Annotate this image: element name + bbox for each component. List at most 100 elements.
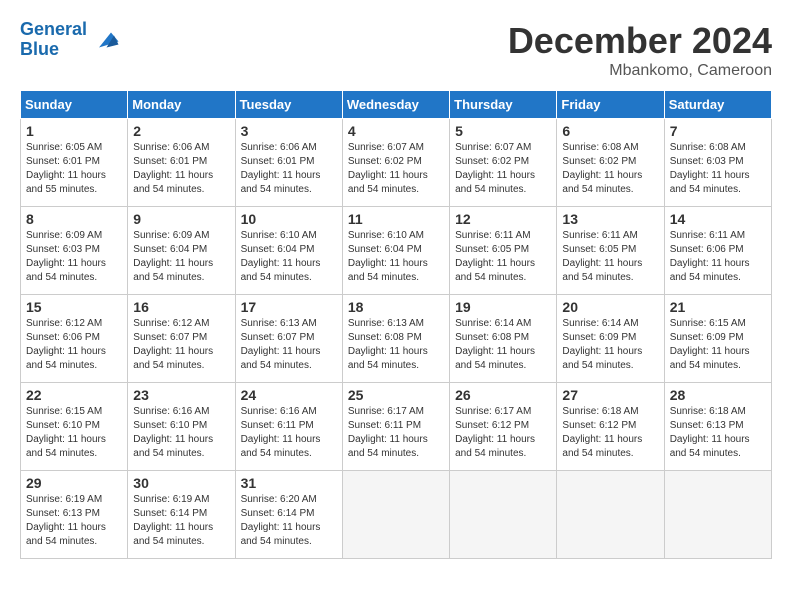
- calendar-cell: 28 Sunrise: 6:18 AM Sunset: 6:13 PM Dayl…: [664, 383, 771, 471]
- calendar-cell: 9 Sunrise: 6:09 AM Sunset: 6:04 PM Dayli…: [128, 207, 235, 295]
- calendar-table: SundayMondayTuesdayWednesdayThursdayFrid…: [20, 90, 772, 559]
- calendar-cell: 12 Sunrise: 6:11 AM Sunset: 6:05 PM Dayl…: [450, 207, 557, 295]
- day-info: Sunrise: 6:18 AM Sunset: 6:13 PM Dayligh…: [670, 406, 750, 459]
- day-info: Sunrise: 6:12 AM Sunset: 6:07 PM Dayligh…: [133, 318, 213, 371]
- day-number: 16: [133, 299, 229, 315]
- day-of-week-header: Thursday: [450, 91, 557, 119]
- day-info: Sunrise: 6:13 AM Sunset: 6:08 PM Dayligh…: [348, 318, 428, 371]
- day-info: Sunrise: 6:06 AM Sunset: 6:01 PM Dayligh…: [133, 142, 213, 195]
- calendar-cell: 8 Sunrise: 6:09 AM Sunset: 6:03 PM Dayli…: [21, 207, 128, 295]
- day-number: 20: [562, 299, 658, 315]
- calendar-cell: 11 Sunrise: 6:10 AM Sunset: 6:04 PM Dayl…: [342, 207, 449, 295]
- calendar-week-row: 8 Sunrise: 6:09 AM Sunset: 6:03 PM Dayli…: [21, 207, 772, 295]
- day-info: Sunrise: 6:07 AM Sunset: 6:02 PM Dayligh…: [348, 142, 428, 195]
- day-number: 26: [455, 387, 551, 403]
- day-number: 24: [241, 387, 337, 403]
- day-info: Sunrise: 6:16 AM Sunset: 6:11 PM Dayligh…: [241, 406, 321, 459]
- day-info: Sunrise: 6:16 AM Sunset: 6:10 PM Dayligh…: [133, 406, 213, 459]
- day-number: 6: [562, 123, 658, 139]
- day-info: Sunrise: 6:12 AM Sunset: 6:06 PM Dayligh…: [26, 318, 106, 371]
- day-info: Sunrise: 6:13 AM Sunset: 6:07 PM Dayligh…: [241, 318, 321, 371]
- day-number: 21: [670, 299, 766, 315]
- day-info: Sunrise: 6:17 AM Sunset: 6:12 PM Dayligh…: [455, 406, 535, 459]
- day-number: 5: [455, 123, 551, 139]
- day-info: Sunrise: 6:15 AM Sunset: 6:09 PM Dayligh…: [670, 318, 750, 371]
- day-number: 9: [133, 211, 229, 227]
- calendar-cell: 13 Sunrise: 6:11 AM Sunset: 6:05 PM Dayl…: [557, 207, 664, 295]
- calendar-cell: 14 Sunrise: 6:11 AM Sunset: 6:06 PM Dayl…: [664, 207, 771, 295]
- calendar-cell: 16 Sunrise: 6:12 AM Sunset: 6:07 PM Dayl…: [128, 295, 235, 383]
- day-number: 17: [241, 299, 337, 315]
- day-info: Sunrise: 6:10 AM Sunset: 6:04 PM Dayligh…: [241, 230, 321, 283]
- calendar-cell: [664, 471, 771, 559]
- logo-icon: [90, 25, 120, 55]
- calendar-cell: 19 Sunrise: 6:14 AM Sunset: 6:08 PM Dayl…: [450, 295, 557, 383]
- day-number: 22: [26, 387, 122, 403]
- page-header: General Blue December 2024 Mbankomo, Cam…: [20, 20, 772, 80]
- calendar-cell: 7 Sunrise: 6:08 AM Sunset: 6:03 PM Dayli…: [664, 119, 771, 207]
- day-number: 18: [348, 299, 444, 315]
- day-number: 14: [670, 211, 766, 227]
- calendar-cell: 18 Sunrise: 6:13 AM Sunset: 6:08 PM Dayl…: [342, 295, 449, 383]
- day-info: Sunrise: 6:07 AM Sunset: 6:02 PM Dayligh…: [455, 142, 535, 195]
- day-of-week-header: Wednesday: [342, 91, 449, 119]
- day-number: 8: [26, 211, 122, 227]
- calendar-cell: 21 Sunrise: 6:15 AM Sunset: 6:09 PM Dayl…: [664, 295, 771, 383]
- day-info: Sunrise: 6:11 AM Sunset: 6:05 PM Dayligh…: [455, 230, 535, 283]
- calendar-cell: 31 Sunrise: 6:20 AM Sunset: 6:14 PM Dayl…: [235, 471, 342, 559]
- location: Mbankomo, Cameroon: [508, 62, 772, 80]
- day-info: Sunrise: 6:06 AM Sunset: 6:01 PM Dayligh…: [241, 142, 321, 195]
- day-number: 3: [241, 123, 337, 139]
- day-info: Sunrise: 6:20 AM Sunset: 6:14 PM Dayligh…: [241, 494, 321, 547]
- day-number: 12: [455, 211, 551, 227]
- day-number: 13: [562, 211, 658, 227]
- day-of-week-header: Saturday: [664, 91, 771, 119]
- day-number: 28: [670, 387, 766, 403]
- calendar-cell: 25 Sunrise: 6:17 AM Sunset: 6:11 PM Dayl…: [342, 383, 449, 471]
- month-title: December 2024: [508, 20, 772, 62]
- calendar-cell: 30 Sunrise: 6:19 AM Sunset: 6:14 PM Dayl…: [128, 471, 235, 559]
- day-number: 19: [455, 299, 551, 315]
- calendar-header-row: SundayMondayTuesdayWednesdayThursdayFrid…: [21, 91, 772, 119]
- calendar-cell: [342, 471, 449, 559]
- day-number: 4: [348, 123, 444, 139]
- calendar-week-row: 29 Sunrise: 6:19 AM Sunset: 6:13 PM Dayl…: [21, 471, 772, 559]
- day-info: Sunrise: 6:18 AM Sunset: 6:12 PM Dayligh…: [562, 406, 642, 459]
- title-block: December 2024 Mbankomo, Cameroon: [508, 20, 772, 80]
- calendar-cell: 29 Sunrise: 6:19 AM Sunset: 6:13 PM Dayl…: [21, 471, 128, 559]
- day-number: 15: [26, 299, 122, 315]
- day-of-week-header: Monday: [128, 91, 235, 119]
- day-info: Sunrise: 6:05 AM Sunset: 6:01 PM Dayligh…: [26, 142, 106, 195]
- day-number: 7: [670, 123, 766, 139]
- day-of-week-header: Tuesday: [235, 91, 342, 119]
- day-info: Sunrise: 6:14 AM Sunset: 6:08 PM Dayligh…: [455, 318, 535, 371]
- calendar-cell: 15 Sunrise: 6:12 AM Sunset: 6:06 PM Dayl…: [21, 295, 128, 383]
- day-info: Sunrise: 6:14 AM Sunset: 6:09 PM Dayligh…: [562, 318, 642, 371]
- logo: General Blue: [20, 20, 120, 60]
- calendar-cell: [450, 471, 557, 559]
- day-info: Sunrise: 6:15 AM Sunset: 6:10 PM Dayligh…: [26, 406, 106, 459]
- calendar-week-row: 15 Sunrise: 6:12 AM Sunset: 6:06 PM Dayl…: [21, 295, 772, 383]
- day-info: Sunrise: 6:09 AM Sunset: 6:04 PM Dayligh…: [133, 230, 213, 283]
- logo-text: General Blue: [20, 20, 87, 60]
- calendar-cell: 10 Sunrise: 6:10 AM Sunset: 6:04 PM Dayl…: [235, 207, 342, 295]
- calendar-cell: 23 Sunrise: 6:16 AM Sunset: 6:10 PM Dayl…: [128, 383, 235, 471]
- day-info: Sunrise: 6:11 AM Sunset: 6:06 PM Dayligh…: [670, 230, 750, 283]
- day-info: Sunrise: 6:11 AM Sunset: 6:05 PM Dayligh…: [562, 230, 642, 283]
- day-info: Sunrise: 6:08 AM Sunset: 6:03 PM Dayligh…: [670, 142, 750, 195]
- day-number: 11: [348, 211, 444, 227]
- day-number: 30: [133, 475, 229, 491]
- calendar-cell: 3 Sunrise: 6:06 AM Sunset: 6:01 PM Dayli…: [235, 119, 342, 207]
- calendar-cell: 20 Sunrise: 6:14 AM Sunset: 6:09 PM Dayl…: [557, 295, 664, 383]
- calendar-cell: 22 Sunrise: 6:15 AM Sunset: 6:10 PM Dayl…: [21, 383, 128, 471]
- day-info: Sunrise: 6:17 AM Sunset: 6:11 PM Dayligh…: [348, 406, 428, 459]
- calendar-cell: 1 Sunrise: 6:05 AM Sunset: 6:01 PM Dayli…: [21, 119, 128, 207]
- calendar-cell: 2 Sunrise: 6:06 AM Sunset: 6:01 PM Dayli…: [128, 119, 235, 207]
- calendar-cell: 27 Sunrise: 6:18 AM Sunset: 6:12 PM Dayl…: [557, 383, 664, 471]
- day-number: 1: [26, 123, 122, 139]
- calendar-cell: 17 Sunrise: 6:13 AM Sunset: 6:07 PM Dayl…: [235, 295, 342, 383]
- calendar-week-row: 22 Sunrise: 6:15 AM Sunset: 6:10 PM Dayl…: [21, 383, 772, 471]
- day-info: Sunrise: 6:10 AM Sunset: 6:04 PM Dayligh…: [348, 230, 428, 283]
- day-number: 25: [348, 387, 444, 403]
- day-number: 10: [241, 211, 337, 227]
